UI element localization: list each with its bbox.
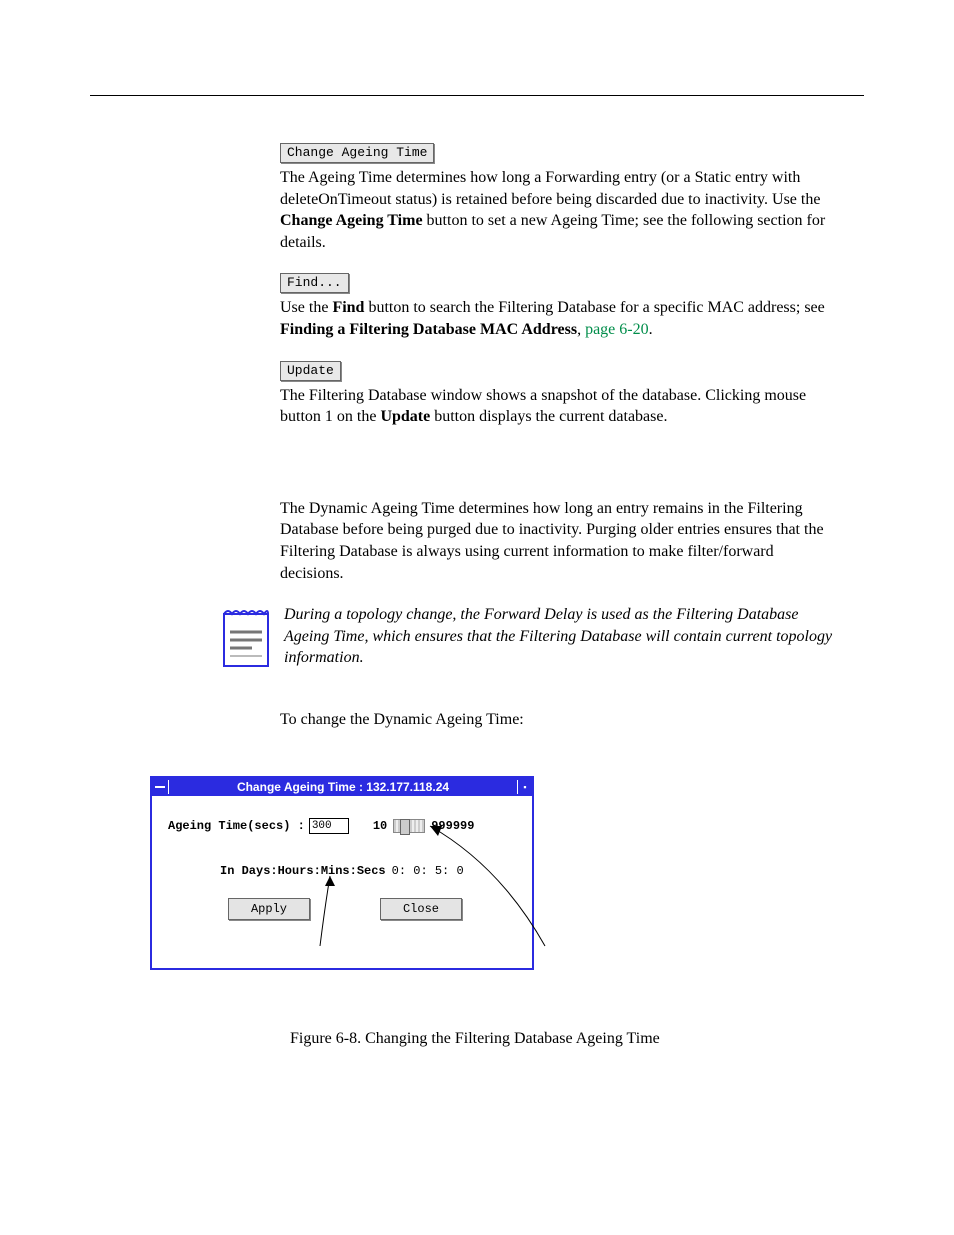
- text: The Ageing Time determines how long a Fo…: [280, 169, 820, 208]
- top-rule: [90, 95, 864, 96]
- ageing-time-input[interactable]: [309, 818, 349, 834]
- text: button to search the Filtering Database …: [364, 299, 824, 316]
- update-paragraph: The Filtering Database window shows a sn…: [280, 385, 840, 428]
- to-change-line: To change the Dynamic Ageing Time:: [280, 709, 840, 731]
- ageing-time-row: Ageing Time(secs) : 10 999999: [168, 818, 516, 834]
- page: Change Ageing Time The Ageing Time deter…: [0, 0, 954, 1128]
- slider-thumb[interactable]: [400, 819, 410, 835]
- figure-block: Change Ageing Time : 132.177.118.24 ▪ Ag…: [150, 776, 864, 970]
- update-button[interactable]: Update: [280, 361, 341, 381]
- close-button[interactable]: Close: [380, 898, 462, 920]
- text: ,: [577, 321, 585, 338]
- text: Use the: [280, 299, 332, 316]
- note-block: During a topology change, the Forward De…: [90, 604, 864, 669]
- dialog-body: Ageing Time(secs) : 10 999999 In Days:Ho…: [152, 796, 532, 968]
- change-ageing-dialog: Change Ageing Time : 132.177.118.24 ▪ Ag…: [150, 776, 534, 970]
- dynamic-ageing-paragraph: The Dynamic Ageing Time determines how l…: [280, 498, 840, 584]
- slider-track[interactable]: [393, 819, 425, 833]
- bold-text: Find: [332, 299, 364, 316]
- ageing-time-label: Ageing Time(secs) :: [168, 819, 305, 833]
- bold-text: Change Ageing Time: [280, 212, 423, 229]
- ageing-time-slider: 10 999999: [373, 819, 475, 833]
- apply-button[interactable]: Apply: [228, 898, 310, 920]
- bold-text: Finding a Filtering Database MAC Address: [280, 321, 577, 338]
- duration-value: 0: 0: 5: 0: [392, 864, 464, 878]
- body-column: Change Ageing Time The Ageing Time deter…: [280, 141, 840, 584]
- text: .: [649, 321, 653, 338]
- page-link[interactable]: page 6-20: [585, 321, 649, 338]
- system-menu-icon[interactable]: [152, 780, 169, 794]
- duration-label: In Days:Hours:Mins:Secs: [220, 864, 386, 878]
- figure-caption: Figure 6-8. Changing the Filtering Datab…: [290, 1030, 864, 1048]
- slider-max: 999999: [431, 819, 474, 833]
- slider-min: 10: [373, 819, 387, 833]
- find-button[interactable]: Find...: [280, 273, 349, 293]
- change-ageing-paragraph: The Ageing Time determines how long a Fo…: [280, 167, 840, 253]
- dialog-title: Change Ageing Time : 132.177.118.24: [169, 780, 517, 794]
- note-text: During a topology change, the Forward De…: [284, 604, 839, 669]
- text: button displays the current database.: [430, 408, 667, 425]
- minimize-icon[interactable]: ▪: [517, 780, 532, 794]
- find-paragraph: Use the Find button to search the Filter…: [280, 297, 840, 340]
- bold-text: Update: [380, 408, 430, 425]
- duration-readout: In Days:Hours:Mins:Secs 0: 0: 5: 0: [220, 864, 516, 878]
- dialog-titlebar: Change Ageing Time : 132.177.118.24 ▪: [152, 778, 532, 796]
- note-icon: [220, 604, 272, 668]
- change-ageing-time-button[interactable]: Change Ageing Time: [280, 143, 434, 163]
- dialog-buttons: Apply Close: [228, 898, 516, 920]
